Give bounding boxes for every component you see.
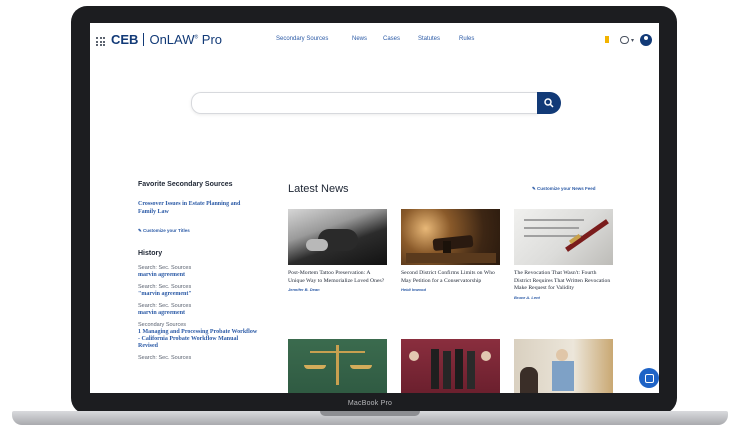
- nav-news[interactable]: News: [352, 36, 367, 42]
- search-icon: [544, 98, 554, 108]
- history-type: Search: Sec. Sources: [138, 355, 192, 361]
- favorites-title: Favorite Secondary Sources: [138, 181, 233, 188]
- device-model-label: MacBook Pro: [347, 400, 393, 407]
- logo-product: OnLAW: [149, 32, 195, 47]
- news-card-author: Heidi Inwood: [401, 287, 426, 292]
- history-title: History: [138, 250, 163, 257]
- news-card-title: The Revocation That Wasn't: Fourth Distr…: [514, 270, 611, 291]
- logo-divider: [143, 33, 145, 46]
- logo-ceb: CEB: [111, 32, 139, 47]
- nav-statutes[interactable]: Statutes: [418, 36, 440, 42]
- news-card[interactable]: The Revocation That Wasn't: Fourth Distr…: [514, 209, 613, 300]
- news-card[interactable]: Second District Confirms Limits on Who M…: [401, 209, 500, 292]
- search-box: [191, 92, 538, 115]
- history-list: Search: Sec. Sources marvin agreement Se…: [138, 265, 258, 362]
- tattoo-photo: [288, 209, 387, 265]
- history-type: Search: Sec. Sources: [138, 303, 192, 309]
- left-sidebar: Favorite Secondary Sources Crossover Iss…: [138, 181, 258, 362]
- history-type: Secondary Sources: [138, 322, 186, 328]
- favorite-item[interactable]: Crossover Issues in Estate Planning and …: [138, 200, 258, 216]
- bookmark-icon[interactable]: [605, 36, 609, 43]
- apps-grid-icon[interactable]: [96, 37, 105, 46]
- logo-reg: ®: [194, 34, 199, 41]
- history-query[interactable]: marvin agreement: [138, 272, 258, 279]
- nav-rules[interactable]: Rules: [459, 36, 474, 42]
- gavel-photo: [401, 209, 500, 265]
- chat-icon[interactable]: [620, 36, 629, 44]
- news-card[interactable]: Post-Mortem Tattoo Preservation: A Uniqu…: [288, 209, 387, 292]
- laptop-notch: [320, 411, 420, 416]
- account-icon[interactable]: [640, 34, 652, 46]
- group-photo: [401, 339, 500, 393]
- browser-screen: CEB OnLAW® Pro Secondary Sources News Cas…: [90, 23, 659, 393]
- news-card-author: Jennifer B. Dean: [288, 287, 320, 292]
- chat-help-button[interactable]: [639, 368, 659, 388]
- search-input[interactable]: [192, 94, 538, 115]
- history-query[interactable]: "marvin agreement": [138, 291, 258, 298]
- news-card[interactable]: [288, 339, 387, 393]
- history-query[interactable]: marvin agreement: [138, 310, 258, 317]
- latest-news-title: Latest News: [288, 183, 349, 195]
- history-query[interactable]: 1 Managing and Processing Probate Workfl…: [138, 329, 258, 350]
- search-button[interactable]: [537, 92, 561, 114]
- news-card[interactable]: [401, 339, 500, 393]
- news-card[interactable]: [514, 339, 613, 393]
- history-type: Search: Sec. Sources: [138, 265, 192, 271]
- logo-pro: Pro: [201, 32, 223, 47]
- customize-news-feed-label: Customize your News Feed: [537, 186, 596, 191]
- nav-cases[interactable]: Cases: [383, 36, 400, 42]
- customize-titles-label: Customize your Titles: [143, 228, 190, 233]
- scales-photo: [288, 339, 387, 393]
- news-card-author: Bruce A. Lent: [514, 294, 540, 300]
- customize-titles-link[interactable]: ✎ Customize your Titles: [138, 228, 258, 234]
- document-pen-photo: [514, 209, 613, 265]
- nav-secondary-sources[interactable]: Secondary Sources: [276, 36, 328, 42]
- ceb-onlaw-pro-logo[interactable]: CEB OnLAW® Pro: [111, 32, 222, 47]
- news-card-title: Second District Confirms Limits on Who M…: [401, 270, 495, 284]
- top-navigation-bar: CEB OnLAW® Pro Secondary Sources News Cas…: [90, 23, 659, 59]
- chevron-down-icon[interactable]: ▾: [631, 37, 634, 44]
- history-type: Search: Sec. Sources: [138, 284, 192, 290]
- news-card-title: Post-Mortem Tattoo Preservation: A Uniqu…: [288, 270, 385, 284]
- customize-news-feed-link[interactable]: ✎ Customize your News Feed: [532, 186, 596, 192]
- meeting-photo: [514, 339, 613, 393]
